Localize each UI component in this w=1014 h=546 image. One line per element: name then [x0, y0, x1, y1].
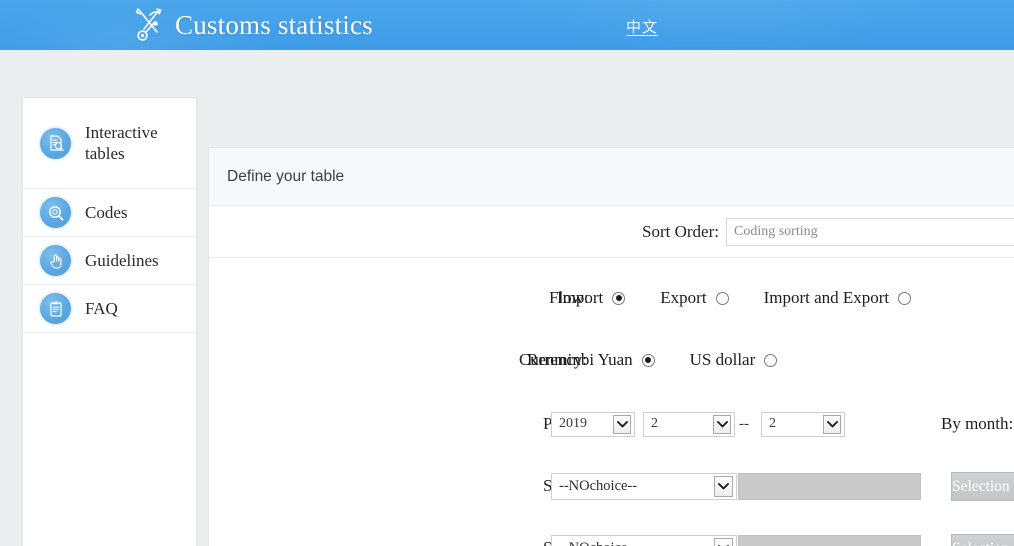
- period-month-to-select[interactable]: 2: [761, 412, 845, 437]
- language-switch-link[interactable]: 中文: [626, 16, 658, 37]
- sidebar-item-label: Codes: [85, 202, 128, 223]
- by-month-label: By month:: [941, 414, 1013, 434]
- site-title: Customs statistics: [175, 6, 373, 44]
- currency-row: Currency: Renminbi Yuan US dollar: [209, 340, 1014, 380]
- flow-option-label: Export: [660, 288, 706, 308]
- hand-pointer-icon: [40, 245, 71, 276]
- chevron-down-icon[interactable]: [714, 476, 733, 497]
- sidebar-nav: Interactive tables Codes Guidelines: [22, 97, 197, 546]
- sidebar-item-faq[interactable]: FAQ: [23, 285, 196, 333]
- period-year-value: 2019: [559, 416, 613, 432]
- period-month-to-value: 2: [769, 416, 802, 432]
- flow-option-import-and-export[interactable]: Import and Export: [764, 288, 912, 308]
- radio-export[interactable]: [716, 292, 729, 305]
- select-row-1: Select: --NOchoice-- Selection coding: [209, 466, 1014, 506]
- period-row: Period: 2019 2 -- 2: [209, 404, 1014, 444]
- radio-renminbi-yuan[interactable]: [642, 354, 655, 367]
- main-panel: Define your table Sort Order: Flow: Impo…: [208, 147, 1014, 546]
- select-value-field-2[interactable]: [738, 535, 921, 546]
- define-table-form: Sort Order: Flow: Import Export Import a…: [209, 206, 1014, 546]
- customs-emblem-icon: [133, 6, 167, 44]
- flow-option-export[interactable]: Export: [660, 288, 728, 308]
- selection-coding-button-2[interactable]: Selection coding: [951, 534, 1014, 546]
- chevron-down-icon[interactable]: [823, 415, 841, 434]
- flow-option-import[interactable]: Import: [557, 288, 625, 308]
- radio-import[interactable]: [612, 292, 625, 305]
- select-row-2: Select: --NOchoice-- Selection coding: [209, 528, 1014, 546]
- page-body: Interactive tables Codes Guidelines: [0, 50, 1014, 546]
- period-separator: --: [739, 416, 749, 433]
- sort-order-label: Sort Order:: [642, 222, 719, 242]
- currency-option-us-dollar[interactable]: US dollar: [690, 350, 778, 370]
- sidebar-item-guidelines[interactable]: Guidelines: [23, 237, 196, 285]
- period-month-from-select[interactable]: 2: [643, 412, 735, 437]
- flow-row: Flow: Import Export Import and Export: [209, 278, 1014, 318]
- panel-header: Define your table: [209, 148, 1014, 206]
- sidebar-item-interactive-tables[interactable]: Interactive tables: [23, 98, 196, 189]
- magnifier-icon: [40, 197, 71, 228]
- currency-option-label: Renminbi Yuan: [527, 350, 633, 370]
- chevron-down-icon[interactable]: [713, 415, 731, 434]
- sidebar-item-label: Guidelines: [85, 250, 159, 271]
- flow-option-label: Import and Export: [764, 288, 890, 308]
- select-choice-value: --NOchoice--: [559, 478, 663, 495]
- select-value-field-1[interactable]: [738, 473, 921, 500]
- by-month-toggle[interactable]: By month:: [941, 414, 1014, 434]
- sort-order-input[interactable]: [726, 218, 1014, 246]
- clipboard-icon: [40, 293, 71, 324]
- select-choice-dropdown-1[interactable]: --NOchoice--: [551, 473, 737, 500]
- site-logo[interactable]: Customs statistics: [133, 6, 373, 44]
- document-search-icon: [40, 128, 71, 159]
- flow-option-label: Import: [557, 288, 603, 308]
- sort-order-row: Sort Order:: [209, 206, 1014, 258]
- currency-option-label: US dollar: [690, 350, 756, 370]
- site-header: Customs statistics 中文: [0, 0, 1014, 50]
- chevron-down-icon[interactable]: [613, 415, 631, 434]
- page-title: Define your table: [227, 168, 344, 186]
- sidebar-item-label: FAQ: [85, 298, 118, 319]
- radio-import-and-export[interactable]: [898, 292, 911, 305]
- chevron-down-icon[interactable]: [714, 538, 733, 546]
- sidebar-item-label: Interactive tables: [85, 122, 193, 165]
- sidebar-item-codes[interactable]: Codes: [23, 189, 196, 237]
- radio-us-dollar[interactable]: [764, 354, 777, 367]
- period-month-from-value: 2: [651, 416, 684, 432]
- select-choice-value: --NOchoice--: [559, 540, 663, 546]
- currency-option-renminbi[interactable]: Renminbi Yuan: [527, 350, 655, 370]
- selection-coding-button-1[interactable]: Selection coding: [951, 472, 1014, 501]
- period-year-select[interactable]: 2019: [551, 412, 635, 437]
- select-choice-dropdown-2[interactable]: --NOchoice--: [551, 535, 737, 546]
